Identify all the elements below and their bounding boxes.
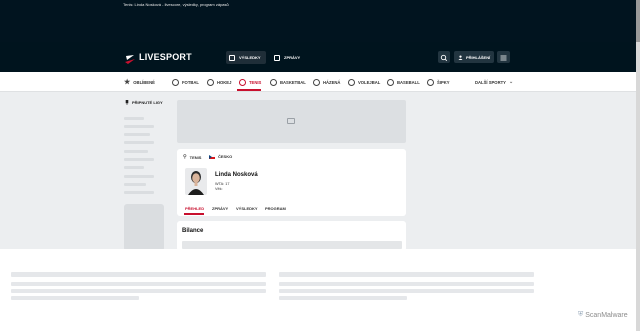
sport-favorites[interactable]: ★ OBLÍBENÉ bbox=[124, 77, 155, 87]
hamburger-icon bbox=[500, 55, 507, 61]
breadcrumb-country[interactable]: ČESKO bbox=[209, 154, 232, 159]
overlay-skeleton-line bbox=[279, 272, 534, 277]
watermark: ⛨ ScanMalware bbox=[578, 311, 628, 319]
darts-icon bbox=[427, 78, 434, 86]
sport-favorites-label: OBLÍBENÉ bbox=[133, 79, 155, 85]
search-icon bbox=[440, 54, 448, 62]
nav-news[interactable]: ZPRÁVY bbox=[271, 51, 305, 64]
breadcrumb-sport-label: TENIS bbox=[189, 154, 202, 160]
nav-news-label: ZPRÁVY bbox=[284, 55, 301, 60]
page-tab-title: Tenis: Linda Nosková - livescore, výsled… bbox=[123, 2, 229, 7]
active-sport-indicator bbox=[237, 89, 261, 91]
search-button[interactable] bbox=[438, 51, 450, 63]
balance-heading: Bilance bbox=[182, 228, 204, 234]
nav-scores-label: VÝSLEDKY bbox=[239, 55, 261, 60]
skeleton-line bbox=[124, 117, 144, 120]
tab-fixtures[interactable]: PROGRAM bbox=[265, 206, 286, 211]
sport-volleyball-label: VOLEJBAL bbox=[358, 79, 381, 85]
skeleton-line bbox=[124, 175, 154, 178]
chevron-down-icon: ⌄ bbox=[508, 79, 514, 85]
tab-news[interactable]: ZPRÁVY bbox=[212, 206, 228, 211]
skeleton-line bbox=[124, 133, 150, 136]
logo-text: LIVESPORT bbox=[139, 52, 192, 62]
nav-scores[interactable]: VÝSLEDKY bbox=[226, 51, 266, 64]
star-icon: ★ bbox=[124, 79, 131, 86]
sport-darts-label: ŠIPKY bbox=[437, 79, 450, 85]
sport-baseball[interactable]: BASEBALL bbox=[387, 77, 420, 87]
overlay-skeleton-line bbox=[11, 296, 139, 300]
handball-icon bbox=[313, 78, 320, 86]
sport-hockey[interactable]: HOKEJ bbox=[207, 77, 231, 87]
pinned-leagues-label: PŘIPNUTÉ LIGY bbox=[132, 100, 163, 105]
player-name: Linda Nosková bbox=[215, 172, 258, 178]
football-icon bbox=[172, 78, 179, 86]
sport-football[interactable]: FOTBAL bbox=[172, 77, 199, 87]
sport-tennis[interactable]: TENIS bbox=[239, 77, 261, 87]
breadcrumb-country-label: ČESKO bbox=[218, 154, 233, 159]
hockey-icon bbox=[207, 78, 214, 86]
tennis-icon: ⚲ bbox=[183, 154, 187, 160]
sport-football-label: FOTBAL bbox=[182, 79, 199, 85]
overlay-skeleton-line bbox=[279, 296, 407, 300]
sport-basketball-label: BASKETBAL bbox=[280, 79, 306, 85]
tab-overview[interactable]: PŘEHLED bbox=[185, 206, 204, 211]
login-button[interactable]: PŘIHLÁŠENÍ bbox=[454, 51, 494, 63]
overlay-skeleton-line bbox=[11, 272, 266, 277]
image-placeholder-icon bbox=[287, 118, 295, 124]
skeleton-line bbox=[124, 150, 148, 153]
sport-hockey-label: HOKEJ bbox=[217, 79, 232, 85]
watermark-text: ScanMalware bbox=[585, 311, 628, 319]
sport-darts[interactable]: ŠIPKY bbox=[427, 77, 450, 87]
skeleton-line bbox=[124, 166, 144, 169]
browser-top-area: Tenis: Linda Nosková - livescore, výsled… bbox=[0, 0, 636, 42]
pin-icon bbox=[125, 100, 129, 105]
sport-basketball[interactable]: BASKETBAL bbox=[270, 77, 306, 87]
scrollbar-thumb[interactable] bbox=[636, 0, 640, 42]
overlay-skeleton-line bbox=[279, 282, 534, 286]
logo-mark-icon bbox=[124, 52, 136, 64]
skeleton-line bbox=[124, 158, 154, 161]
overlay-skeleton-line bbox=[279, 289, 534, 293]
breadcrumb-sport[interactable]: ⚲ TENIS bbox=[183, 154, 201, 160]
volleyball-icon bbox=[348, 78, 355, 86]
tennis-icon bbox=[239, 78, 246, 86]
shield-icon: ⛨ bbox=[578, 311, 584, 318]
skeleton-line bbox=[124, 191, 154, 194]
sport-volleyball[interactable]: VOLEJBAL bbox=[348, 77, 380, 87]
player-ranking: WTA: 17 bbox=[215, 182, 230, 186]
login-label: PŘIHLÁŠENÍ bbox=[466, 54, 491, 60]
livesport-logo[interactable]: LIVESPORT bbox=[124, 51, 192, 64]
overlay-skeleton-line bbox=[11, 282, 266, 286]
overlay-skeleton-line bbox=[11, 289, 266, 293]
basketball-icon bbox=[270, 78, 277, 86]
baseball-icon bbox=[387, 78, 394, 86]
player-photo bbox=[185, 168, 207, 195]
sport-tennis-label: TENIS bbox=[249, 79, 262, 85]
site-header bbox=[0, 42, 636, 72]
sport-baseball-label: BASEBALL bbox=[397, 79, 420, 85]
player-age: Věk: bbox=[215, 187, 223, 191]
scores-icon bbox=[229, 54, 235, 61]
pinned-leagues-heading: PŘIPNUTÉ LIGY bbox=[125, 100, 163, 105]
active-tab-indicator bbox=[184, 213, 204, 215]
sport-more-label: DALŠÍ SPORTY bbox=[475, 79, 506, 85]
skeleton-line bbox=[124, 125, 154, 128]
user-icon bbox=[458, 55, 463, 60]
balance-table-skeleton bbox=[182, 241, 402, 249]
skeleton-line bbox=[124, 141, 154, 144]
page-scrollbar[interactable] bbox=[636, 0, 640, 331]
news-icon bbox=[274, 54, 280, 61]
czech-flag-icon bbox=[209, 154, 215, 159]
menu-button[interactable] bbox=[497, 51, 510, 63]
skeleton-block bbox=[124, 204, 164, 251]
sport-more[interactable]: DALŠÍ SPORTY ⌄ bbox=[475, 77, 513, 87]
tab-results[interactable]: VÝSLEDKY bbox=[236, 206, 258, 211]
skeleton-line bbox=[124, 183, 146, 186]
sport-handball-label: HÁZENÁ bbox=[323, 79, 341, 85]
sport-handball[interactable]: HÁZENÁ bbox=[313, 77, 340, 87]
